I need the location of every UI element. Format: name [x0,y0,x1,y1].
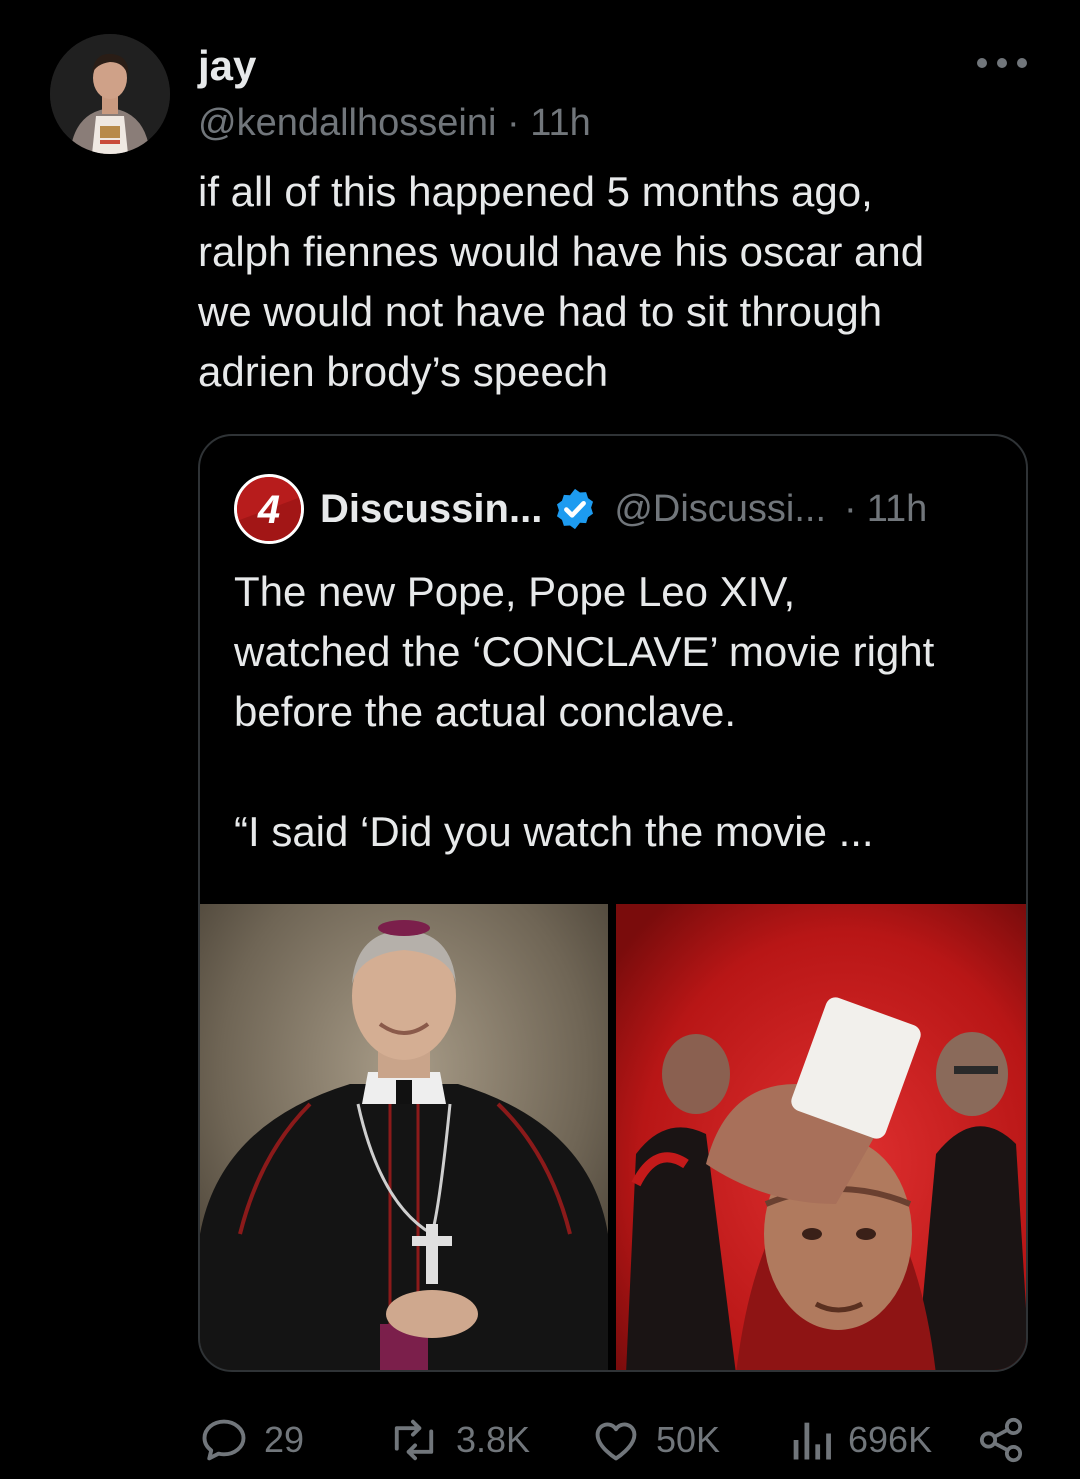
share-icon [979,1417,1023,1463]
logo-icon: 4 [237,477,301,541]
reply-button[interactable]: 29 [198,1410,304,1470]
avatar-image [50,34,170,154]
quote-text-line: The new Pope, Pope Leo XIV, [234,568,796,615]
author-meta: @kendallhosseini · 11h [198,102,591,145]
repost-button[interactable]: 3.8K [386,1410,530,1470]
quote-header: 4 Discussin... @Discussi... · 11h [234,474,927,544]
heart-icon [595,1422,637,1461]
quote-text-excerpt: “I said ‘Did you watch the movie ... [234,808,874,855]
quote-timestamp[interactable]: 11h [867,488,928,531]
quote-separator: · [844,487,857,530]
quote-text: The new Pope, Pope Leo XIV, watched the … [234,562,1004,862]
bishop-photo-image [200,904,608,1370]
views-button[interactable]: 696K [788,1410,932,1470]
more-options-button[interactable] [972,48,1032,78]
quote-author-name[interactable]: Discussin... [320,487,542,532]
tweet-text: if all of this happened 5 months ago, ra… [198,162,1038,402]
logo-text: 4 [257,488,280,532]
reply-count: 29 [264,1419,305,1460]
tweet-text-line: we would not have had to sit through [198,288,883,335]
conclave-poster-image [616,904,1026,1370]
quote-author-handle[interactable]: @Discussi... [614,488,826,531]
like-button[interactable]: 50K [590,1410,720,1470]
meta-separator: · [506,102,520,144]
tweet-timestamp[interactable]: 11h [530,102,591,144]
tweet-text-line: if all of this happened 5 months ago, [198,168,873,215]
views-count: 696K [848,1419,933,1460]
photo-bishop-portrait[interactable] [200,904,608,1370]
quote-text-line: before the actual conclave. [234,688,736,735]
views-icon [793,1422,831,1460]
tweet-text-line: adrien brody’s speech [198,348,609,395]
tweet-text-line: ralph fiennes would have his oscar and [198,228,925,275]
more-icon [997,58,1007,68]
action-bar: 29 3.8K 50K 696K [198,1410,1028,1470]
reply-icon [202,1419,246,1461]
verified-badge-icon [557,488,594,530]
author-name[interactable]: jay [198,42,256,90]
more-icon [977,58,987,68]
quote-account-logo[interactable]: 4 [234,474,304,544]
author-avatar[interactable] [50,34,170,154]
share-button[interactable] [976,1410,1026,1470]
like-count: 50K [656,1419,721,1460]
repost-count: 3.8K [456,1419,531,1460]
more-icon [1017,58,1027,68]
author-handle[interactable]: @kendallhosseini [198,102,496,144]
photo-conclave-poster[interactable] [616,904,1026,1370]
repost-icon [394,1419,434,1461]
quote-tweet-card[interactable]: 4 Discussin... @Discussi... · 11h The ne… [198,434,1028,1372]
quote-text-line: watched the ‘CONCLAVE’ movie right [234,628,935,675]
